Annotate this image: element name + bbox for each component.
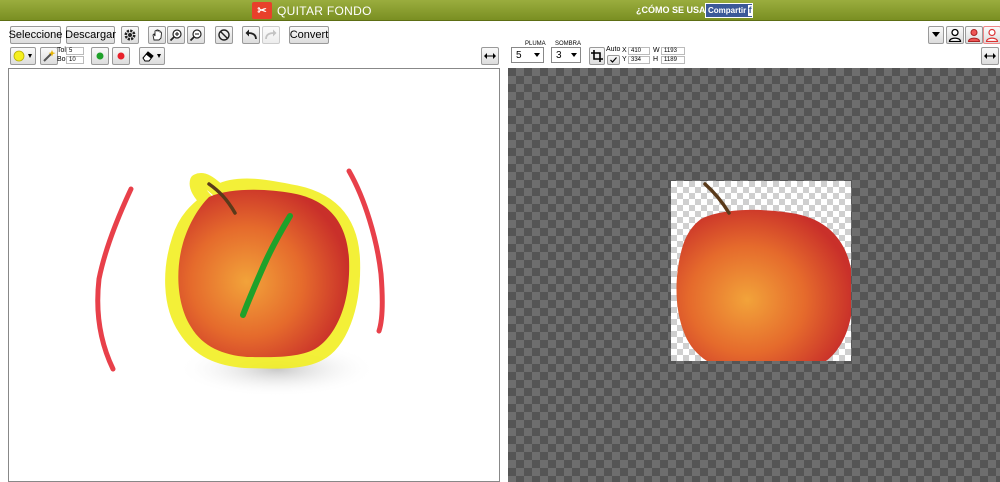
magic-wand-button[interactable] xyxy=(40,47,58,65)
logo[interactable]: ✂ QUITAR FONDO xyxy=(252,2,372,19)
magic-wand-icon xyxy=(43,50,56,62)
source-canvas[interactable] xyxy=(8,68,500,482)
convert-button[interactable]: Convert xyxy=(289,26,329,44)
gear-icon xyxy=(124,29,136,41)
result-apple xyxy=(676,209,851,361)
border-input[interactable]: 10 xyxy=(66,56,84,64)
facebook-icon: f xyxy=(748,5,752,16)
shadow-value: 3 xyxy=(556,49,562,61)
tolerance-input[interactable]: 5 xyxy=(66,47,84,55)
how-to-link[interactable]: ¿CÓMO SE USA? xyxy=(636,5,711,15)
user-outline-red-icon xyxy=(985,28,999,42)
crop-y-label: Y xyxy=(622,56,627,63)
chevron-down-icon xyxy=(534,53,540,57)
crop-h-label: H xyxy=(653,56,659,63)
highlighter-icon xyxy=(13,50,32,62)
redo-icon xyxy=(265,29,277,40)
feather-select[interactable]: 5 xyxy=(511,47,544,63)
highlighter-tool-dropdown[interactable] xyxy=(10,47,36,65)
source-image xyxy=(95,168,385,397)
green-dot-icon xyxy=(96,52,104,60)
resize-horizontal-icon xyxy=(484,53,496,59)
redo-button[interactable] xyxy=(262,26,280,44)
red-dot-icon xyxy=(117,52,125,60)
chevron-down-icon xyxy=(932,32,940,37)
crop-x-input[interactable]: 410 xyxy=(628,47,650,55)
left-panel-resize-button[interactable] xyxy=(481,47,499,65)
user-outline-red-button[interactable] xyxy=(983,26,1000,44)
pan-button[interactable] xyxy=(148,26,166,44)
result-image xyxy=(671,181,851,361)
crop-w-label: W xyxy=(653,47,660,54)
crop-y-input[interactable]: 334 xyxy=(628,56,650,64)
eraser-icon xyxy=(142,51,161,62)
chevron-down-icon xyxy=(571,53,577,57)
shadow-select[interactable]: 3 xyxy=(551,47,581,63)
remove-marker-button[interactable] xyxy=(112,47,130,65)
user-icon xyxy=(948,28,962,42)
crop-icon xyxy=(591,50,603,62)
prohibit-icon xyxy=(218,29,230,41)
download-button[interactable]: Descargar xyxy=(65,26,116,44)
crop-h-input[interactable]: 1189 xyxy=(661,56,685,64)
result-canvas[interactable] xyxy=(508,68,1000,482)
right-panel-resize-button[interactable] xyxy=(981,47,999,65)
resize-horizontal-icon xyxy=(984,53,996,59)
undo-icon xyxy=(245,29,257,40)
facebook-share-button[interactable]: Compartir f xyxy=(705,3,753,18)
keep-marker-button[interactable] xyxy=(91,47,109,65)
hand-icon xyxy=(152,29,162,41)
zoom-in-button[interactable] xyxy=(167,26,185,44)
zoom-out-button[interactable] xyxy=(187,26,205,44)
remove-marker-stroke-left xyxy=(95,186,134,372)
app-name: QUITAR FONDO xyxy=(277,3,372,18)
source-apple xyxy=(178,189,350,358)
crop-button[interactable] xyxy=(589,47,605,65)
tolerance-label: Tol xyxy=(57,47,66,54)
zoom-out-icon xyxy=(189,29,202,42)
settings-button[interactable] xyxy=(121,26,139,44)
user-red-button[interactable] xyxy=(965,26,983,44)
crop-x-label: X xyxy=(622,47,627,54)
undo-button[interactable] xyxy=(242,26,260,44)
scissors-logo-icon: ✂ xyxy=(252,2,272,19)
checkmark-icon xyxy=(610,57,617,63)
auto-crop-label: Auto xyxy=(606,46,621,53)
clear-button[interactable] xyxy=(215,26,233,44)
zoom-in-icon xyxy=(169,29,182,42)
user-button[interactable] xyxy=(946,26,964,44)
header-bar: ✂ QUITAR FONDO ¿CÓMO SE USA? Compartir f xyxy=(0,0,1000,21)
feather-value: 5 xyxy=(516,49,522,61)
crop-w-input[interactable]: 1193 xyxy=(661,47,685,55)
eraser-tool-dropdown[interactable] xyxy=(139,47,165,65)
auto-crop-checkbox[interactable] xyxy=(607,55,620,65)
user-menu-dropdown[interactable] xyxy=(928,26,944,44)
user-red-icon xyxy=(967,29,981,42)
result-apple-stem xyxy=(703,182,731,215)
share-label: Compartir xyxy=(708,6,747,15)
select-file-button[interactable]: Seleccione xyxy=(9,26,62,44)
